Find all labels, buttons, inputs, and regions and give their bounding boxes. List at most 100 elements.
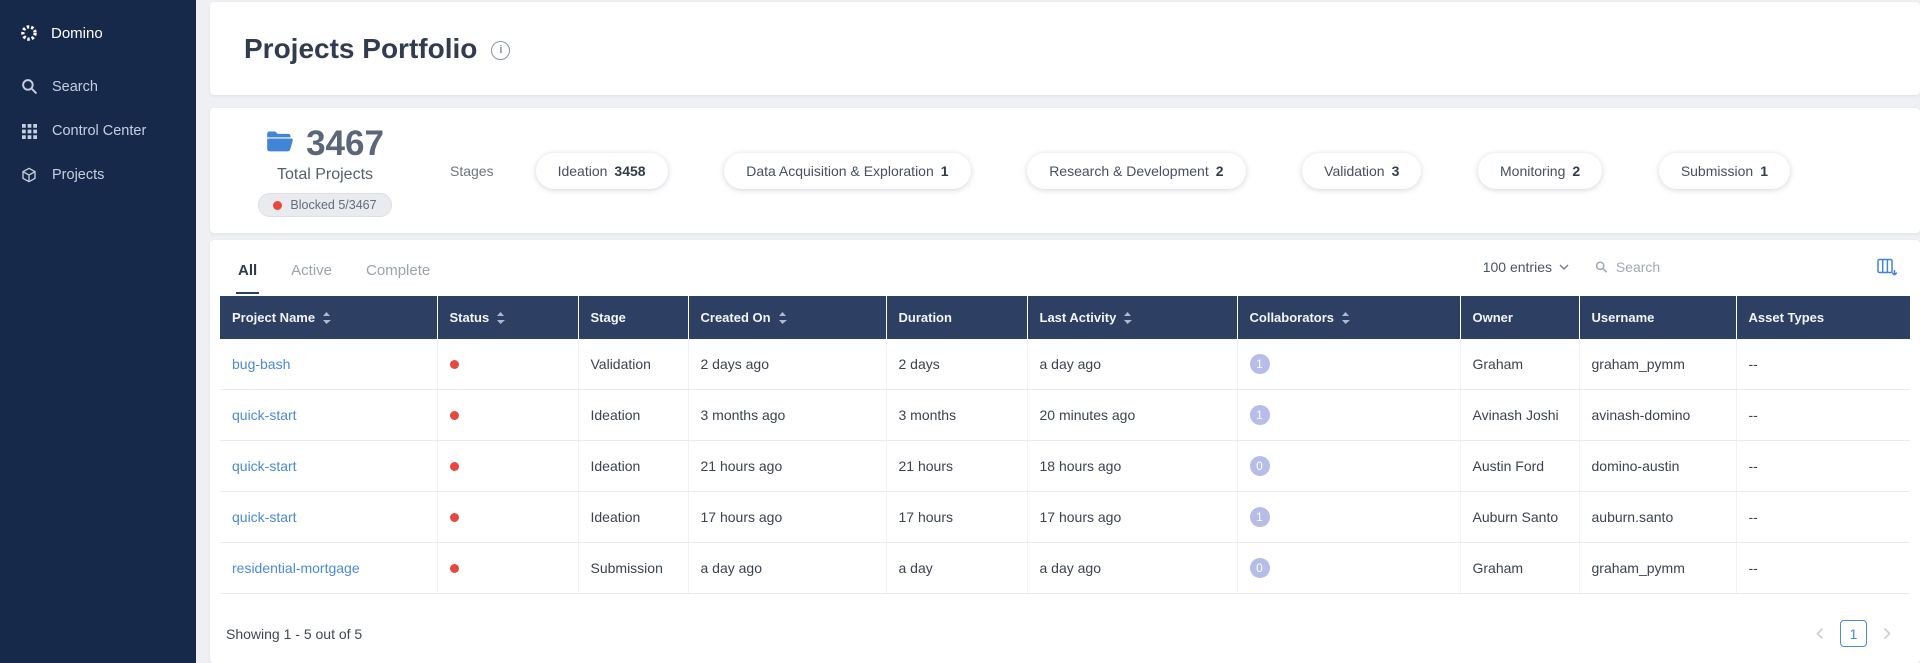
collaborator-badge[interactable]: 1	[1250, 507, 1270, 527]
project-link[interactable]: bug-bash	[232, 356, 290, 372]
column-header[interactable]: Username	[1579, 296, 1736, 339]
tab[interactable]: Complete	[364, 262, 432, 294]
prev-page-icon[interactable]	[1815, 627, 1824, 640]
cell-created-on: 2 days ago	[688, 339, 886, 390]
entries-dropdown[interactable]: 100 entries	[1483, 259, 1569, 275]
cell-asset-types: --	[1736, 441, 1910, 492]
cell-collaborators: 0	[1237, 441, 1460, 492]
collaborator-badge[interactable]: 0	[1250, 558, 1270, 578]
cell-status	[437, 339, 578, 390]
stage-pill-label: Research & Development	[1049, 163, 1209, 179]
table-row: quick-start Ideation 21 hours ago 21 hou…	[220, 441, 1910, 492]
stage-pill[interactable]: Monitoring 2	[1478, 153, 1602, 189]
cell-username: auburn.santo	[1579, 492, 1736, 543]
project-link[interactable]: residential-mortgage	[232, 560, 360, 576]
cell-last-activity: a day ago	[1027, 339, 1237, 390]
cell-project-name: quick-start	[220, 441, 437, 492]
cell-status	[437, 492, 578, 543]
cell-collaborators: 1	[1237, 390, 1460, 441]
column-header[interactable]: Stage	[578, 296, 688, 339]
column-header-label: Last Activity	[1040, 310, 1117, 325]
project-link[interactable]: quick-start	[232, 407, 297, 423]
cell-stage: Validation	[578, 339, 688, 390]
cell-stage: Ideation	[578, 441, 688, 492]
cell-last-activity: a day ago	[1027, 543, 1237, 594]
stage-pill[interactable]: Research & Development 2	[1027, 153, 1245, 189]
collaborator-badge[interactable]: 0	[1250, 456, 1270, 476]
cell-username: graham_pymm	[1579, 339, 1736, 390]
sidebar-item-projects[interactable]: Projects	[0, 153, 196, 197]
column-header[interactable]: Status	[437, 296, 578, 339]
sidebar: Domino Search Control Center Projects	[0, 0, 196, 663]
chevron-down-icon	[1559, 264, 1569, 270]
page-number[interactable]: 1	[1840, 620, 1867, 647]
info-icon[interactable]: i	[491, 41, 510, 60]
cell-status	[437, 441, 578, 492]
stage-pill[interactable]: Ideation 3458	[536, 153, 668, 189]
project-link[interactable]: quick-start	[232, 458, 297, 474]
stage-pill-label: Monitoring	[1500, 163, 1565, 179]
total-projects-count: 3467	[306, 124, 384, 164]
cell-asset-types: --	[1736, 543, 1910, 594]
column-header-label: Stage	[591, 310, 626, 325]
cell-owner: Austin Ford	[1460, 441, 1579, 492]
tab[interactable]: All	[236, 262, 259, 294]
column-header-label: Username	[1592, 310, 1655, 325]
projects-table-card: All Active Complete 100 entries	[210, 240, 1920, 663]
table-row: quick-start Ideation 17 hours ago 17 hou…	[220, 492, 1910, 543]
tab-label: Complete	[366, 262, 430, 279]
search-input[interactable]	[1616, 259, 1845, 275]
projects-table: Project Name Status Stage Created On	[220, 296, 1910, 594]
stage-pill-count: 1	[1760, 163, 1768, 179]
sidebar-item-control-center[interactable]: Control Center	[0, 109, 196, 153]
column-header-label: Project Name	[232, 310, 315, 325]
stage-pill[interactable]: Data Acquisition & Exploration 1	[724, 153, 970, 189]
column-header[interactable]: Collaborators	[1237, 296, 1460, 339]
table-row: residential-mortgage Submission a day ag…	[220, 543, 1910, 594]
column-header[interactable]: Project Name	[220, 296, 437, 339]
collaborator-badge[interactable]: 1	[1250, 354, 1270, 374]
tab-label: All	[238, 262, 257, 279]
brand[interactable]: Domino	[0, 12, 196, 64]
sort-icon	[496, 311, 505, 325]
column-header[interactable]: Created On	[688, 296, 886, 339]
column-header[interactable]: Duration	[886, 296, 1027, 339]
cell-owner: Auburn Santo	[1460, 492, 1579, 543]
folder-icon	[266, 130, 294, 159]
sidebar-item-search[interactable]: Search	[0, 64, 196, 109]
table-footer: Showing 1 - 5 out of 5 1	[220, 594, 1910, 647]
table-row: quick-start Ideation 3 months ago 3 mont…	[220, 390, 1910, 441]
cell-username: avinash-domino	[1579, 390, 1736, 441]
blocked-badge[interactable]: Blocked 5/3467	[258, 193, 391, 217]
table-header-row: Project Name Status Stage Created On	[220, 296, 1910, 339]
project-link[interactable]: quick-start	[232, 509, 297, 525]
table-row: bug-bash Validation 2 days ago 2 days a …	[220, 339, 1910, 390]
cell-last-activity: 17 hours ago	[1027, 492, 1237, 543]
brand-label: Domino	[51, 25, 103, 42]
next-page-icon[interactable]	[1883, 627, 1892, 640]
column-header[interactable]: Asset Types	[1736, 296, 1910, 339]
column-header[interactable]: Owner	[1460, 296, 1579, 339]
column-header-label: Status	[450, 310, 490, 325]
collaborator-badge[interactable]: 1	[1250, 405, 1270, 425]
page-header: Projects Portfolio i	[210, 2, 1920, 95]
sidebar-item-label: Projects	[52, 167, 104, 183]
total-projects-label: Total Projects	[277, 166, 373, 184]
column-settings-icon[interactable]	[1877, 258, 1898, 277]
stage-pill-label: Validation	[1324, 163, 1384, 179]
column-header[interactable]: Last Activity	[1027, 296, 1237, 339]
cell-project-name: quick-start	[220, 492, 437, 543]
search-icon	[1595, 260, 1608, 274]
main-content: Projects Portfolio i 3467 Total Projects…	[196, 0, 1920, 663]
status-dot-icon	[450, 462, 459, 471]
tab[interactable]: Active	[289, 262, 334, 294]
stage-pill[interactable]: Validation 3	[1302, 153, 1421, 189]
tabs: All Active Complete	[236, 240, 432, 294]
entries-label: 100 entries	[1483, 259, 1552, 275]
cell-duration: a day	[886, 543, 1027, 594]
sort-icon	[778, 311, 787, 325]
blocked-label: Blocked 5/3467	[290, 198, 376, 212]
stage-pill[interactable]: Submission 1	[1659, 153, 1790, 189]
showing-text: Showing 1 - 5 out of 5	[226, 626, 362, 642]
table-body: bug-bash Validation 2 days ago 2 days a …	[220, 339, 1910, 594]
